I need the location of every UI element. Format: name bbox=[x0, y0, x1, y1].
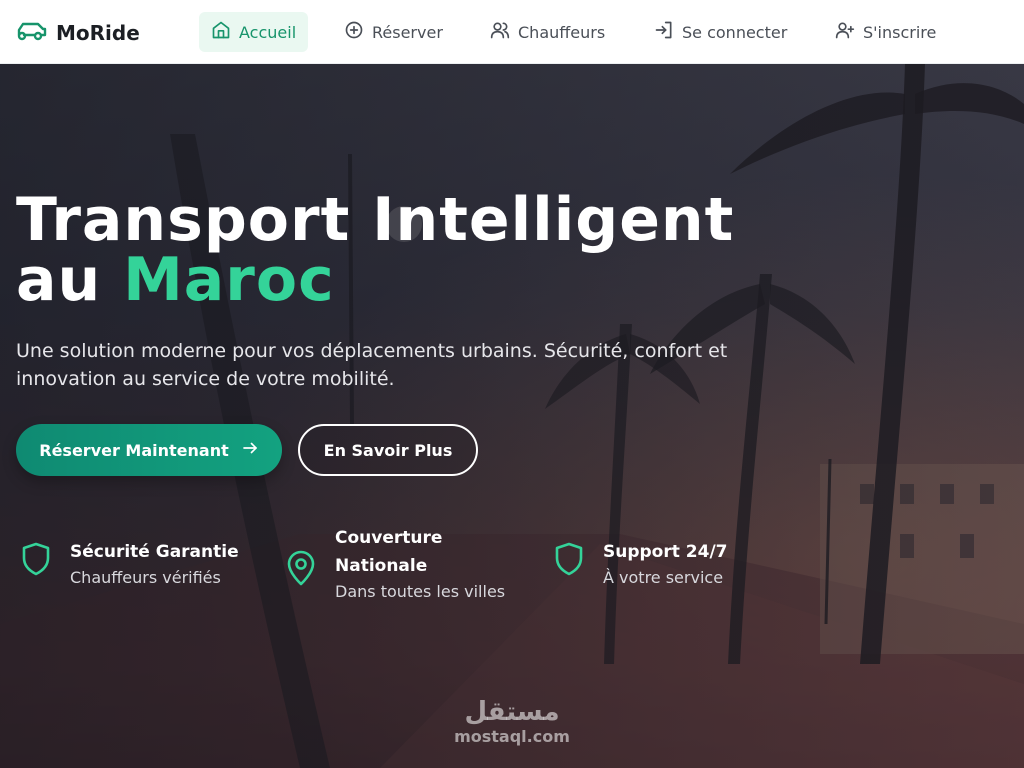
watermark-latin: mostaql.com bbox=[454, 727, 570, 746]
user-plus-icon bbox=[835, 20, 855, 44]
feature-security: Sécurité Garantie Chauffeurs vérifiés bbox=[16, 538, 239, 590]
watermark: مستقل mostaql.com bbox=[450, 696, 574, 746]
watermark-arabic: مستقل bbox=[464, 697, 560, 727]
nav-item-label: Chauffeurs bbox=[518, 22, 606, 42]
hero-title: Transport Intelligent au Maroc bbox=[16, 190, 734, 310]
feature-support: Support 24/7 À votre service bbox=[549, 538, 728, 590]
nav-item-reserver[interactable]: Réserver bbox=[332, 12, 455, 52]
login-icon bbox=[654, 20, 674, 44]
nav-item-se-connecter[interactable]: Se connecter bbox=[642, 12, 799, 52]
home-icon bbox=[211, 20, 231, 44]
shield-icon bbox=[16, 538, 56, 578]
hero-title-prefix: au bbox=[16, 245, 124, 315]
book-now-button[interactable]: Réserver Maintenant bbox=[16, 424, 282, 476]
feature-title: Sécurité Garantie bbox=[70, 542, 239, 562]
feature-subtitle: Chauffeurs vérifiés bbox=[70, 568, 221, 587]
nav-item-accueil[interactable]: Accueil bbox=[199, 12, 309, 52]
hero-title-accent: Maroc bbox=[123, 245, 335, 315]
nav-item-chauffeurs[interactable]: Chauffeurs bbox=[478, 12, 617, 52]
top-navbar: MoRide Accueil Réserver Chauffeurs Se co… bbox=[0, 0, 1024, 64]
learn-more-button[interactable]: En Savoir Plus bbox=[298, 424, 478, 476]
book-now-label: Réserver Maintenant bbox=[39, 440, 229, 460]
nav-item-label: Réserver bbox=[372, 22, 443, 42]
feature-coverage: Couverture Nationale Dans toutes les vil… bbox=[281, 524, 525, 604]
feature-subtitle: Dans toutes les villes bbox=[335, 582, 506, 601]
hero-section bbox=[0, 64, 1024, 768]
nav-item-label: Accueil bbox=[239, 22, 297, 42]
feature-subtitle: À votre service bbox=[603, 568, 724, 587]
feature-title: Support 24/7 bbox=[603, 542, 728, 562]
nav-item-label: Se connecter bbox=[682, 22, 788, 42]
arrow-right-icon bbox=[241, 439, 259, 461]
brand-name: MoRide bbox=[56, 21, 140, 45]
hero-subtitle: Une solution moderne pour vos déplacemen… bbox=[16, 340, 728, 390]
map-pin-icon bbox=[281, 548, 321, 588]
brand-logo[interactable]: MoRide bbox=[16, 18, 140, 48]
learn-more-label: En Savoir Plus bbox=[323, 440, 453, 460]
users-icon bbox=[490, 20, 510, 44]
nav-item-s-inscrire[interactable]: S'inscrire bbox=[823, 12, 948, 52]
nav-item-label: S'inscrire bbox=[863, 22, 937, 42]
shield-icon bbox=[549, 538, 589, 578]
hero-overlay bbox=[0, 64, 1024, 768]
car-icon bbox=[16, 18, 48, 48]
feature-title: Couverture Nationale bbox=[335, 528, 443, 576]
plus-circle-icon bbox=[344, 20, 364, 44]
